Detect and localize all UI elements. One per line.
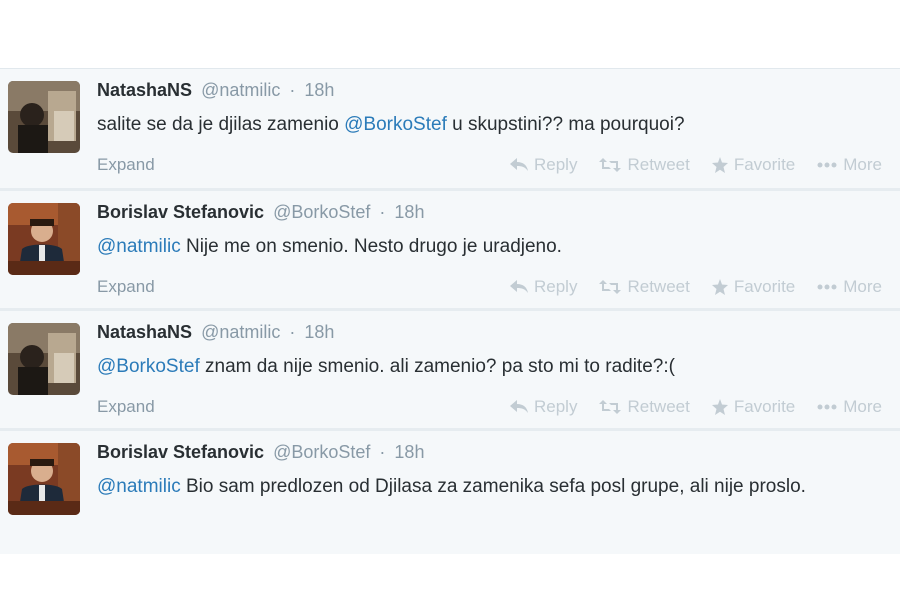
separator: · xyxy=(289,322,296,342)
favorite-button[interactable]: Favorite xyxy=(711,277,796,297)
more-button[interactable]: More xyxy=(817,397,882,417)
tweet[interactable]: NatashaNS @natmilic · 18h @BorkoStef zna… xyxy=(0,308,900,428)
timestamp[interactable]: 18h xyxy=(304,80,334,100)
reply-label: Reply xyxy=(534,277,578,296)
separator: · xyxy=(379,442,386,462)
retweet-icon xyxy=(599,280,622,294)
tweet-text: @BorkoStef znam da nije smenio. ali zame… xyxy=(97,353,877,380)
expand-link[interactable]: Expand xyxy=(97,397,155,417)
retweet-icon xyxy=(599,158,622,172)
tweet-header: Borislav Stefanovic @BorkoStef · 18h xyxy=(97,202,424,223)
reply-button[interactable]: Reply xyxy=(510,277,577,297)
tweet[interactable]: NatashaNS @natmilic · 18h salite se da j… xyxy=(0,68,900,188)
username[interactable]: @BorkoStef xyxy=(273,202,370,222)
expand-link[interactable]: Expand xyxy=(97,155,155,175)
more-dots-icon xyxy=(817,162,837,168)
timeline: NatashaNS @natmilic · 18h salite se da j… xyxy=(0,68,900,554)
avatar[interactable] xyxy=(8,323,80,395)
tweet[interactable]: Borislav Stefanovic @BorkoStef · 18h @na… xyxy=(0,428,900,554)
retweet-label: Retweet xyxy=(627,155,690,174)
natasha-avatar-icon xyxy=(8,81,80,153)
reply-icon xyxy=(510,280,528,293)
mention-link[interactable]: @natmilic xyxy=(97,476,181,497)
mention-link[interactable]: @BorkoStef xyxy=(97,356,200,377)
more-button[interactable]: More xyxy=(817,155,882,175)
retweet-button[interactable]: Retweet xyxy=(599,155,690,175)
avatar[interactable] xyxy=(8,443,80,515)
tweet-text-after: znam da nije smenio. ali zamenio? pa sto… xyxy=(199,356,675,377)
timestamp[interactable]: 18h xyxy=(304,322,334,342)
more-dots-icon xyxy=(817,404,837,410)
star-icon xyxy=(711,279,728,295)
avatar[interactable] xyxy=(8,203,80,275)
retweet-icon xyxy=(599,400,622,414)
more-label: More xyxy=(843,397,882,416)
more-label: More xyxy=(843,155,882,174)
username[interactable]: @natmilic xyxy=(201,322,280,342)
star-icon xyxy=(711,157,728,173)
tweet-actions: Reply Retweet Favorite More xyxy=(510,397,882,417)
retweet-label: Retweet xyxy=(627,277,690,296)
star-icon xyxy=(711,399,728,415)
more-button[interactable]: More xyxy=(817,277,882,297)
reply-button[interactable]: Reply xyxy=(510,155,577,175)
username[interactable]: @BorkoStef xyxy=(273,442,370,462)
reply-button[interactable]: Reply xyxy=(510,397,577,417)
favorite-label: Favorite xyxy=(733,277,796,296)
tweet-text: @natmilic Nije me on smenio. Nesto drugo… xyxy=(97,233,877,260)
tweet-footer: Expand Reply Retweet Favorite More xyxy=(97,277,882,301)
retweet-button[interactable]: Retweet xyxy=(599,277,690,297)
fullname[interactable]: Borislav Stefanovic xyxy=(97,202,264,222)
mention-link[interactable]: @natmilic xyxy=(97,236,181,257)
mention-link[interactable]: @BorkoStef xyxy=(344,114,447,135)
tweet-footer: Expand Reply Retweet Favorite More xyxy=(97,397,882,421)
fullname[interactable]: Borislav Stefanovic xyxy=(97,442,264,462)
favorite-label: Favorite xyxy=(733,397,796,416)
separator: · xyxy=(379,202,386,222)
tweet-header: NatashaNS @natmilic · 18h xyxy=(97,80,334,101)
timestamp[interactable]: 18h xyxy=(394,202,424,222)
reply-icon xyxy=(510,400,528,413)
retweet-label: Retweet xyxy=(627,397,690,416)
retweet-button[interactable]: Retweet xyxy=(599,397,690,417)
favorite-label: Favorite xyxy=(733,155,796,174)
borislav-avatar-icon xyxy=(8,203,80,275)
tweet-actions: Reply Retweet Favorite More xyxy=(510,155,882,175)
more-label: More xyxy=(843,277,882,296)
tweet-text: @natmilic Bio sam predlozen od Djilasa z… xyxy=(97,473,877,500)
separator: · xyxy=(289,80,296,100)
expand-link[interactable]: Expand xyxy=(97,277,155,297)
tweet-footer: Expand Reply Retweet Favorite More xyxy=(97,155,882,179)
username[interactable]: @natmilic xyxy=(201,80,280,100)
borislav-avatar-icon xyxy=(8,443,80,515)
more-dots-icon xyxy=(817,284,837,290)
fullname[interactable]: NatashaNS xyxy=(97,80,192,100)
timestamp[interactable]: 18h xyxy=(394,442,424,462)
tweet-header: Borislav Stefanovic @BorkoStef · 18h xyxy=(97,442,424,463)
natasha-avatar-icon xyxy=(8,323,80,395)
tweet-text-after: Nije me on smenio. Nesto drugo je uradje… xyxy=(180,236,562,257)
tweet-actions: Reply Retweet Favorite More xyxy=(510,277,882,297)
tweet[interactable]: Borislav Stefanovic @BorkoStef · 18h @na… xyxy=(0,188,900,308)
tweet-header: NatashaNS @natmilic · 18h xyxy=(97,322,334,343)
reply-label: Reply xyxy=(534,397,578,416)
tweet-text-after: u skupstini?? ma pourquoi? xyxy=(446,114,685,135)
reply-label: Reply xyxy=(534,155,578,174)
tweet-text-before: salite se da je djilas zamenio xyxy=(97,114,345,135)
fullname[interactable]: NatashaNS xyxy=(97,322,192,342)
tweet-text: salite se da je djilas zamenio @BorkoSte… xyxy=(97,111,877,138)
favorite-button[interactable]: Favorite xyxy=(711,155,796,175)
avatar[interactable] xyxy=(8,81,80,153)
tweet-text-after: Bio sam predlozen od Djilasa za zamenika… xyxy=(180,476,806,497)
favorite-button[interactable]: Favorite xyxy=(711,397,796,417)
reply-icon xyxy=(510,158,528,171)
